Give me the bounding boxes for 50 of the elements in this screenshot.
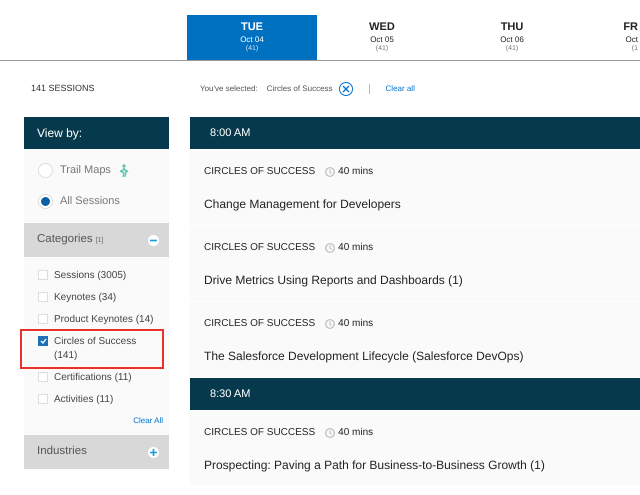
radio-label: Trail Maps	[60, 163, 111, 178]
checkbox-label: Product Keynotes (14)	[54, 313, 154, 327]
clock-icon	[325, 166, 336, 176]
radio-button[interactable]	[38, 194, 53, 209]
collapse-icon[interactable]	[148, 234, 159, 246]
session-duration: 40 mins	[338, 426, 374, 440]
session-category: CIRCLES OF SUCCESS	[204, 426, 316, 440]
session-title: Prospecting: Paving a Path for Business-to-Business Growth (1)	[204, 457, 546, 474]
checkbox-label: Certifications (11)	[54, 371, 133, 385]
session-title: Change Management for Developers	[204, 196, 402, 213]
checkbox-label: Activities (11)	[54, 393, 114, 407]
session-category: CIRCLES OF SUCCESS	[204, 241, 316, 255]
session-title: The Salesforce Development Lifecycle (Salesforce DevOps)	[204, 348, 524, 365]
session-category: CIRCLES OF SUCCESS	[204, 165, 316, 179]
session-card[interactable]: CIRCLES OF SUCCESS 40 mins Prospecting: Paving a Path for Business-to-Business Growth (1)	[190, 411, 640, 486]
checkbox[interactable]	[38, 394, 48, 404]
radio-button[interactable]	[38, 163, 53, 178]
checkbox[interactable]	[38, 336, 48, 346]
radio-label: All Sessions	[60, 194, 120, 210]
clock-icon	[325, 318, 336, 328]
section-title: Industries	[37, 444, 87, 460]
session-title: Drive Metrics Using Reports and Dashboards (1)	[204, 272, 464, 289]
hiker-icon	[118, 164, 130, 178]
session-card[interactable]: CIRCLES OF SUCCESS 40 mins Drive Metrics Using Reports and Dashboards (1)	[190, 226, 640, 301]
time-header: 8:00 AM	[190, 117, 640, 149]
filter-label: You've selected:	[200, 83, 258, 95]
session-count: 141 SESSIONS	[30, 82, 96, 96]
checkbox[interactable]	[38, 292, 48, 302]
checkbox[interactable]	[38, 372, 48, 382]
clock-icon	[325, 428, 336, 438]
sidebar-header: View by:	[24, 117, 169, 149]
filter-chip-label: Circles of Success	[266, 83, 333, 95]
session-duration: 40 mins	[338, 241, 374, 255]
checkbox-label: Sessions (3005)	[54, 269, 128, 283]
session-card[interactable]: CIRCLES OF SUCCESS 40 mins The Salesforce Development Lifecycle (Salesforce DevOps)	[190, 302, 640, 377]
expand-icon[interactable]	[148, 446, 159, 458]
session-duration: 40 mins	[338, 165, 374, 179]
checkbox-label: Circles of Success (141)	[54, 335, 138, 363]
checkbox[interactable]	[38, 314, 48, 324]
clear-all-link[interactable]: Clear All	[133, 415, 163, 427]
session-category: CIRCLES OF SUCCESS	[204, 317, 316, 331]
remove-filter-icon[interactable]	[338, 82, 353, 96]
time-header: 8:30 AM	[190, 378, 640, 410]
section-title: Categories	[37, 232, 93, 248]
session-duration: 40 mins	[338, 317, 374, 331]
clear-all-link[interactable]: Clear all	[386, 83, 415, 95]
clock-icon	[325, 242, 336, 252]
session-card[interactable]: CIRCLES OF SUCCESS 40 mins Change Management for Developers	[190, 150, 640, 225]
checkbox[interactable]	[38, 270, 48, 280]
checkbox-label: Keynotes (34)	[54, 291, 118, 305]
